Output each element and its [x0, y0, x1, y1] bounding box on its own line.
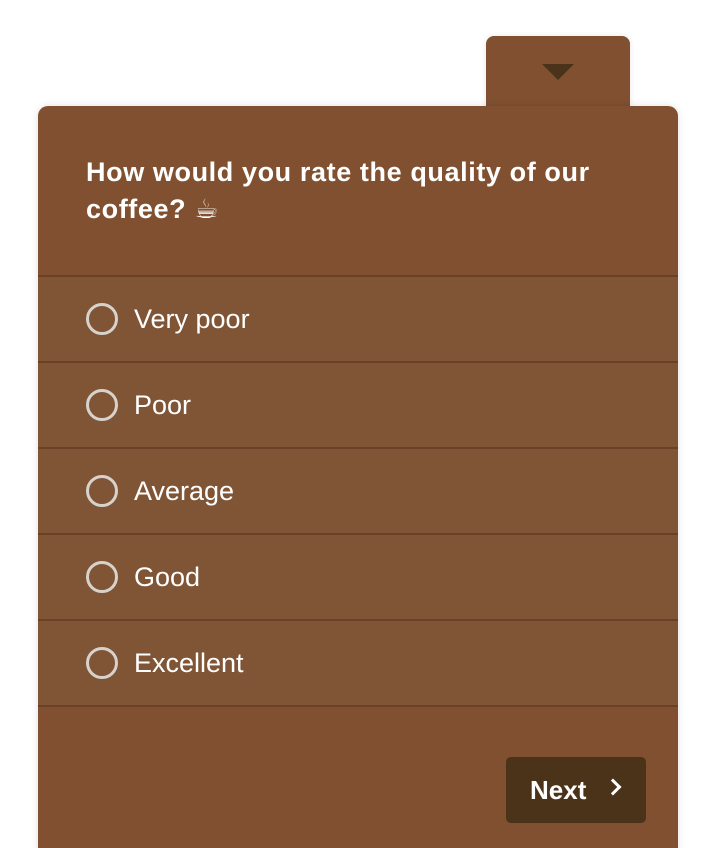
question-title: How would you rate the quality of our co…: [86, 157, 590, 224]
collapse-tab-button[interactable]: [486, 36, 630, 116]
option-poor[interactable]: Poor: [38, 363, 678, 449]
survey-card: How would you rate the quality of our co…: [38, 106, 678, 848]
option-label: Poor: [134, 390, 192, 420]
radio-button[interactable]: [86, 389, 118, 421]
radio-button[interactable]: [86, 561, 118, 593]
options-list: Very poor Poor Average Good Excellent: [38, 275, 678, 707]
radio-button[interactable]: [86, 475, 118, 507]
chevron-right-icon: [604, 778, 622, 796]
survey-widget: How would you rate the quality of our co…: [0, 0, 708, 848]
option-label: Excellent: [134, 648, 244, 678]
option-label: Average: [134, 476, 235, 506]
option-very-poor[interactable]: Very poor: [38, 277, 678, 363]
next-button[interactable]: Next: [506, 757, 646, 823]
radio-button[interactable]: [86, 647, 118, 679]
chevron-down-icon: [542, 64, 574, 80]
option-average[interactable]: Average: [38, 449, 678, 535]
radio-button[interactable]: [86, 303, 118, 335]
next-button-label: Next: [530, 775, 587, 805]
option-excellent[interactable]: Excellent: [38, 621, 678, 707]
option-label: Good: [134, 562, 201, 592]
option-good[interactable]: Good: [38, 535, 678, 621]
option-label: Very poor: [134, 304, 250, 334]
